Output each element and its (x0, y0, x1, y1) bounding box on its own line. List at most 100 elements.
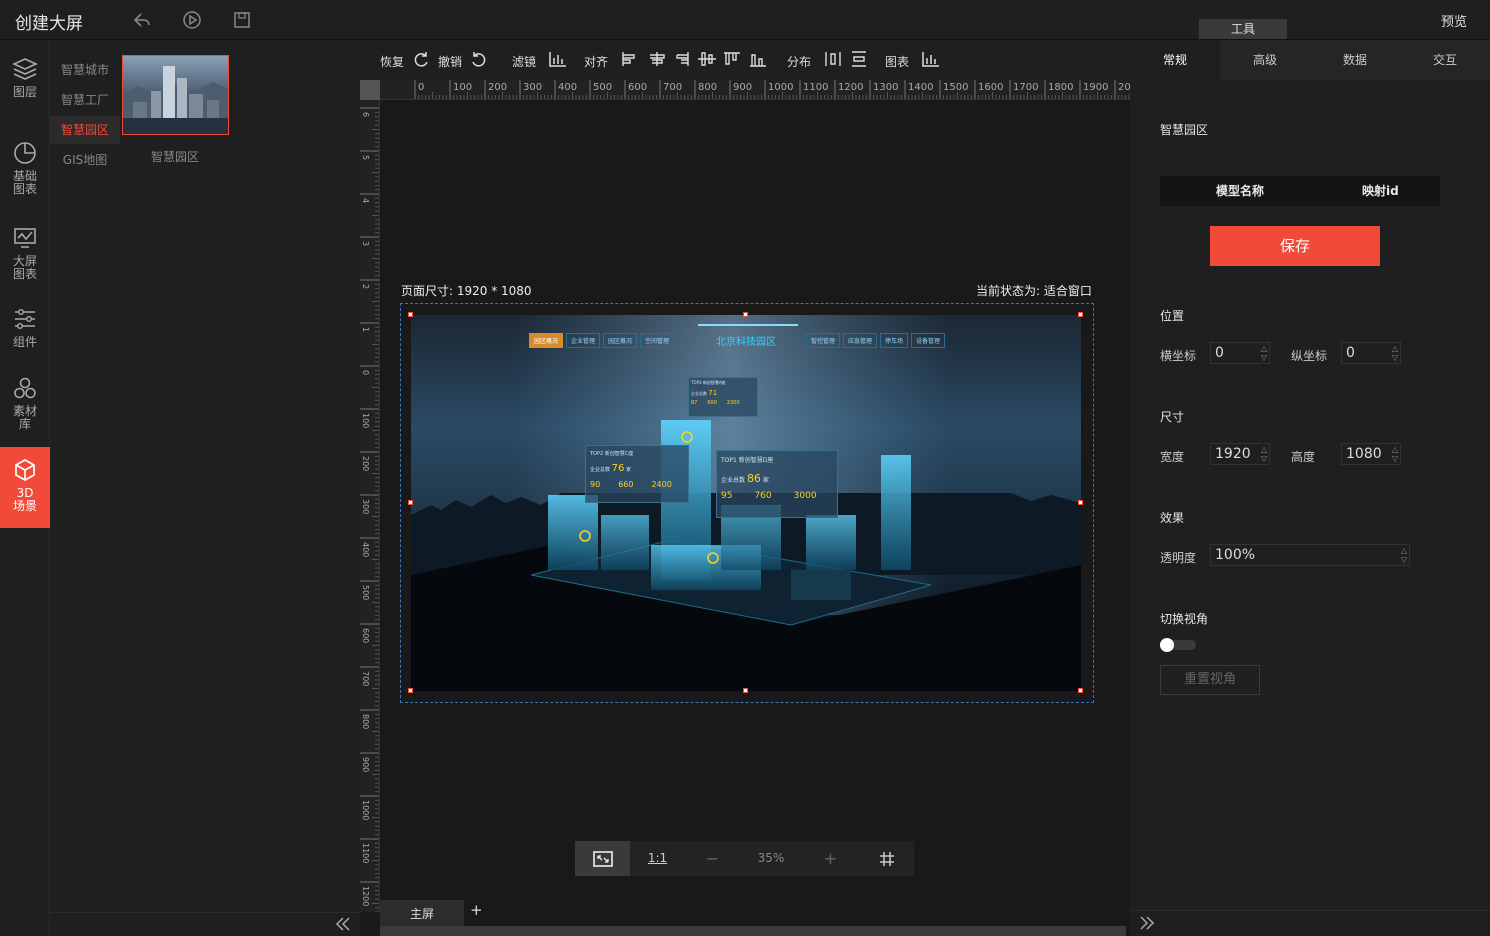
add-screen-button[interactable]: + (470, 901, 483, 919)
tab-interaction[interactable]: 交互 (1400, 40, 1490, 80)
ruler-label: 800 (698, 82, 717, 93)
fit-window-button[interactable] (575, 841, 630, 876)
nav-materials[interactable]: 素材 库 (0, 375, 50, 445)
category-smart-city[interactable]: 智慧城市 (50, 56, 120, 84)
card-unit: 家 (762, 477, 769, 484)
preview-button[interactable]: 预览 (1441, 11, 1467, 30)
mapping-table-header: 模型名称 映射id (1160, 176, 1440, 206)
page-size-label: 页面尺寸: 1920 * 1080 (401, 284, 532, 298)
save-icon[interactable] (232, 10, 252, 33)
tab-advanced[interactable]: 高级 (1220, 40, 1310, 80)
cube-icon (15, 459, 35, 481)
card-stat: 660 (618, 480, 634, 489)
view-toggle-knob[interactable] (1160, 638, 1174, 652)
ruler-label: 900 (361, 757, 370, 772)
stepper-icon[interactable]: △ ▽ (1392, 344, 1398, 362)
undo-button[interactable]: 撤销 (438, 53, 462, 70)
left-nav: 图层 基础 图表 大屏 图表 组件 素材 库 3D 场景 (0, 40, 50, 936)
stepper-icon[interactable]: △ ▽ (1392, 445, 1398, 463)
ruler-label: 1600 (978, 82, 1003, 93)
scene-nav-left: 园区概况 企业管理 园区概况 空间管理 (529, 333, 675, 348)
tab-data[interactable]: 数据 (1310, 40, 1400, 80)
align-icons[interactable] (620, 50, 770, 68)
chart-icon[interactable] (921, 50, 941, 68)
category-smart-park[interactable]: 智慧园区 (50, 116, 120, 144)
scene-nav-item: 空间管理 (640, 333, 675, 348)
redo-button[interactable]: 恢复 (380, 53, 404, 70)
resize-handle[interactable] (408, 688, 413, 693)
ruler-label: 6 (361, 112, 370, 117)
save-button[interactable]: 保存 (1210, 226, 1380, 266)
ruler-label: 0 (418, 82, 424, 93)
collapse-right-icon[interactable] (1138, 914, 1156, 935)
card-unit: 家 (625, 467, 631, 473)
actual-size-button[interactable]: 1:1 (630, 841, 685, 876)
resize-handle[interactable] (1078, 500, 1083, 505)
ruler-corner (360, 80, 380, 100)
align-button[interactable]: 对齐 (584, 53, 608, 70)
scene-card-top3: TOP3 新创智慧A座 企业总数 71 87 600 2300 (688, 377, 758, 417)
ruler-label: 1100 (803, 82, 828, 93)
scene-nav-item: 设备管理 (911, 333, 946, 348)
resize-handle[interactable] (408, 500, 413, 505)
zoom-out-button[interactable]: − (685, 841, 740, 876)
nav-basic-charts[interactable]: 基础 图表 (0, 140, 50, 210)
resize-handle[interactable] (1078, 688, 1083, 693)
ruler-label: 1 (361, 327, 370, 332)
resize-handle[interactable] (1078, 312, 1083, 317)
resize-handle[interactable] (743, 312, 748, 317)
category-smart-factory[interactable]: 智慧工厂 (50, 86, 120, 114)
ruler-label: 600 (628, 82, 647, 93)
distribute-icons[interactable] (823, 50, 869, 68)
reset-view-button[interactable]: 重置视角 (1160, 665, 1260, 695)
screen-tab-main[interactable]: 主屏 (380, 900, 464, 926)
nav-3d-scene[interactable]: 3D 场景 (0, 447, 50, 528)
redo-icon[interactable] (412, 50, 430, 68)
category-gis-map[interactable]: GIS地图 (50, 146, 120, 174)
resize-handle[interactable] (743, 688, 748, 693)
ruler-label: 300 (361, 499, 370, 514)
play-icon[interactable] (182, 10, 202, 33)
grid-toggle-button[interactable] (859, 841, 914, 876)
x-input[interactable]: 0 △ ▽ (1210, 342, 1270, 364)
ruler-label: 500 (361, 585, 370, 600)
nav-label: 场景 (12, 499, 37, 513)
filter-button[interactable]: 滤镜 (512, 53, 536, 70)
nav-components[interactable]: 组件 (0, 306, 50, 361)
back-icon[interactable] (132, 10, 152, 33)
width-value: 1920 (1215, 446, 1251, 462)
position-title: 位置 (1160, 309, 1185, 323)
monitor-chart-icon (14, 228, 36, 248)
height-input[interactable]: 1080 △ ▽ (1341, 443, 1401, 465)
distribute-button[interactable]: 分布 (787, 53, 811, 70)
stepper-icon[interactable]: △ ▽ (1401, 546, 1407, 564)
zoom-in-button[interactable]: + (802, 841, 859, 876)
y-input[interactable]: 0 △ ▽ (1341, 342, 1401, 364)
width-input[interactable]: 1920 △ ▽ (1210, 443, 1270, 465)
tab-general[interactable]: 常规 (1130, 40, 1220, 80)
undo-icon[interactable] (470, 50, 488, 68)
stepper-icon[interactable]: △ ▽ (1261, 344, 1267, 362)
ruler-label: 100 (453, 82, 472, 93)
ruler-label: 1500 (943, 82, 968, 93)
materials-icon (14, 377, 36, 399)
scene-3d-preview[interactable]: 园区概况 企业管理 园区概况 空间管理 北京科技园区 智控管理 应急管理 停车场… (411, 315, 1081, 691)
tool-tab[interactable]: 工具 (1199, 19, 1287, 39)
ruler-label: 2 (361, 284, 370, 289)
filter-chart-icon[interactable] (548, 50, 568, 68)
ruler-label: 800 (361, 714, 370, 729)
resize-handle[interactable] (408, 312, 413, 317)
nav-label: 素材 (12, 404, 37, 418)
nav-layers[interactable]: 图层 (0, 56, 50, 116)
card-title: TOP2 新创智慧C座 (590, 451, 634, 457)
opacity-input[interactable]: 100% △ ▽ (1210, 544, 1410, 566)
ruler-label: 200 (361, 456, 370, 471)
chart-button[interactable]: 图表 (885, 53, 909, 70)
horizontal-scrollbar[interactable] (380, 926, 1126, 936)
ruler-label: 1400 (908, 82, 933, 93)
nav-label: 大屏 (12, 254, 37, 268)
collapse-left-icon[interactable] (334, 915, 352, 936)
scene-thumbnail[interactable] (122, 55, 229, 135)
nav-screen-charts[interactable]: 大屏 图表 (0, 225, 50, 295)
stepper-icon[interactable]: △ ▽ (1261, 445, 1267, 463)
